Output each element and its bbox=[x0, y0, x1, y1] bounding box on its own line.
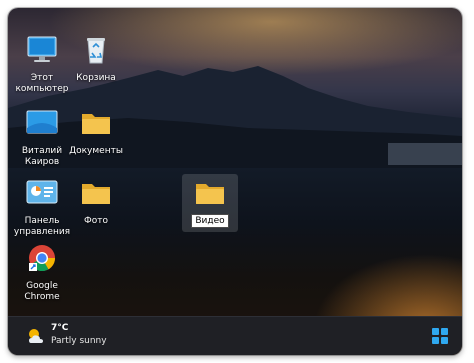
desktop-icon-label: Корзина bbox=[76, 73, 116, 83]
desktop-icon-recycle-bin[interactable]: Корзина bbox=[63, 35, 129, 84]
weather-temperature[interactable]: 7°C bbox=[51, 323, 68, 333]
taskbar: 7°C Partly sunny bbox=[8, 316, 462, 355]
desktop-icon-label: Google Chrome bbox=[24, 281, 60, 302]
partly-sunny-icon[interactable] bbox=[26, 327, 46, 345]
folder-icon bbox=[82, 114, 110, 134]
desktop-icon-chrome[interactable]: Google Chrome bbox=[9, 243, 75, 303]
start-tile bbox=[432, 328, 439, 335]
folder-icon bbox=[196, 184, 224, 204]
desktop-icon-photos[interactable]: Фото bbox=[63, 178, 129, 227]
folder-icon bbox=[82, 184, 110, 204]
recycle-bin-icon bbox=[87, 38, 105, 64]
windows-start-icon[interactable] bbox=[432, 328, 448, 344]
start-tile bbox=[441, 337, 448, 344]
rename-input[interactable]: Видео bbox=[191, 214, 229, 228]
desktop-screen: Этот компьютер Корзина Виталий Каиров До… bbox=[8, 8, 462, 355]
control-panel-icon bbox=[26, 180, 58, 204]
desktop-icon-label: Фото bbox=[83, 216, 108, 226]
weather-condition[interactable]: Partly sunny bbox=[51, 336, 107, 346]
user-folder-icon bbox=[26, 110, 58, 134]
start-tile bbox=[432, 337, 439, 344]
computer-monitor-icon bbox=[27, 36, 57, 62]
desktop-icon-label: Документы bbox=[69, 146, 123, 156]
rename-field-wrap: Видео bbox=[182, 214, 238, 228]
start-tile bbox=[441, 328, 448, 335]
chrome-icon bbox=[29, 245, 56, 272]
desktop-icon-video[interactable]: Видео bbox=[182, 174, 238, 232]
desktop-icon-documents[interactable]: Документы bbox=[63, 108, 129, 157]
